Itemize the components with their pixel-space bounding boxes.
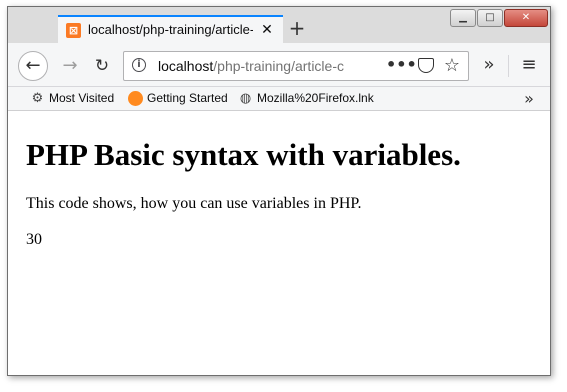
bookmarks-toolbar: ⚙ Most Visited Getting Started ◍ Mozilla…	[8, 87, 550, 111]
bookmark-label: Getting Started	[147, 91, 228, 105]
hamburger-menu-icon[interactable]: ≡	[518, 55, 540, 77]
url-bar[interactable]: i localhost/php-training/article-c ••• ☆	[123, 51, 469, 81]
bookmark-label: Most Visited	[49, 91, 115, 105]
toolbar-separator	[508, 55, 509, 77]
reload-button[interactable]: ↻	[90, 55, 114, 77]
page-actions-icon[interactable]: •••	[386, 56, 417, 76]
tab-title: localhost/php-training/article-c	[88, 22, 253, 37]
bookmark-getting-started[interactable]: Getting Started	[128, 90, 232, 108]
xampp-icon: ⊠	[66, 23, 81, 38]
bookmark-mozilla-firefox-lnk[interactable]: ◍ Mozilla%20Firefox.lnk	[238, 90, 378, 108]
bookmarks-overflow-chevron-icon[interactable]: »	[518, 89, 540, 109]
tab-active[interactable]: ⊠ localhost/php-training/article-c ✕	[58, 15, 283, 43]
page-paragraph: This code shows, how you can use variabl…	[26, 195, 362, 212]
bookmark-label: Mozilla%20Firefox.lnk	[257, 91, 374, 105]
firefox-icon	[128, 91, 143, 106]
page-content: PHP Basic syntax with variables. This co…	[8, 111, 550, 375]
minimize-button[interactable]: ▁	[450, 9, 476, 27]
page-heading: PHP Basic syntax with variables.	[26, 137, 461, 172]
page-output-value: 30	[26, 231, 42, 248]
back-button[interactable]: ←	[18, 51, 48, 81]
forward-button[interactable]: →	[58, 55, 82, 77]
info-icon[interactable]: i	[132, 58, 146, 72]
maximize-button[interactable]: □	[477, 9, 503, 27]
new-tab-button[interactable]: +	[286, 17, 308, 39]
browser-window: ⊠ localhost/php-training/article-c ✕ + ▁…	[7, 6, 551, 376]
globe-icon: ◍	[239, 91, 252, 106]
url-host: localhost	[158, 58, 214, 74]
pocket-icon[interactable]	[418, 58, 434, 73]
url-path: /php-training/article-c	[213, 58, 344, 74]
url-text[interactable]: localhost/php-training/article-c	[158, 58, 378, 76]
bookmark-most-visited[interactable]: ⚙ Most Visited	[30, 90, 122, 108]
title-bar: ⊠ localhost/php-training/article-c ✕ + ▁…	[8, 7, 550, 43]
close-window-button[interactable]: ✕	[504, 9, 548, 27]
overflow-chevron-icon[interactable]: »	[478, 55, 500, 77]
navigation-toolbar: ← → ↻ i localhost/php-training/article-c…	[8, 43, 550, 87]
gear-icon: ⚙	[31, 91, 44, 106]
close-tab-icon[interactable]: ✕	[259, 21, 275, 39]
bookmark-star-icon[interactable]: ☆	[442, 55, 462, 77]
